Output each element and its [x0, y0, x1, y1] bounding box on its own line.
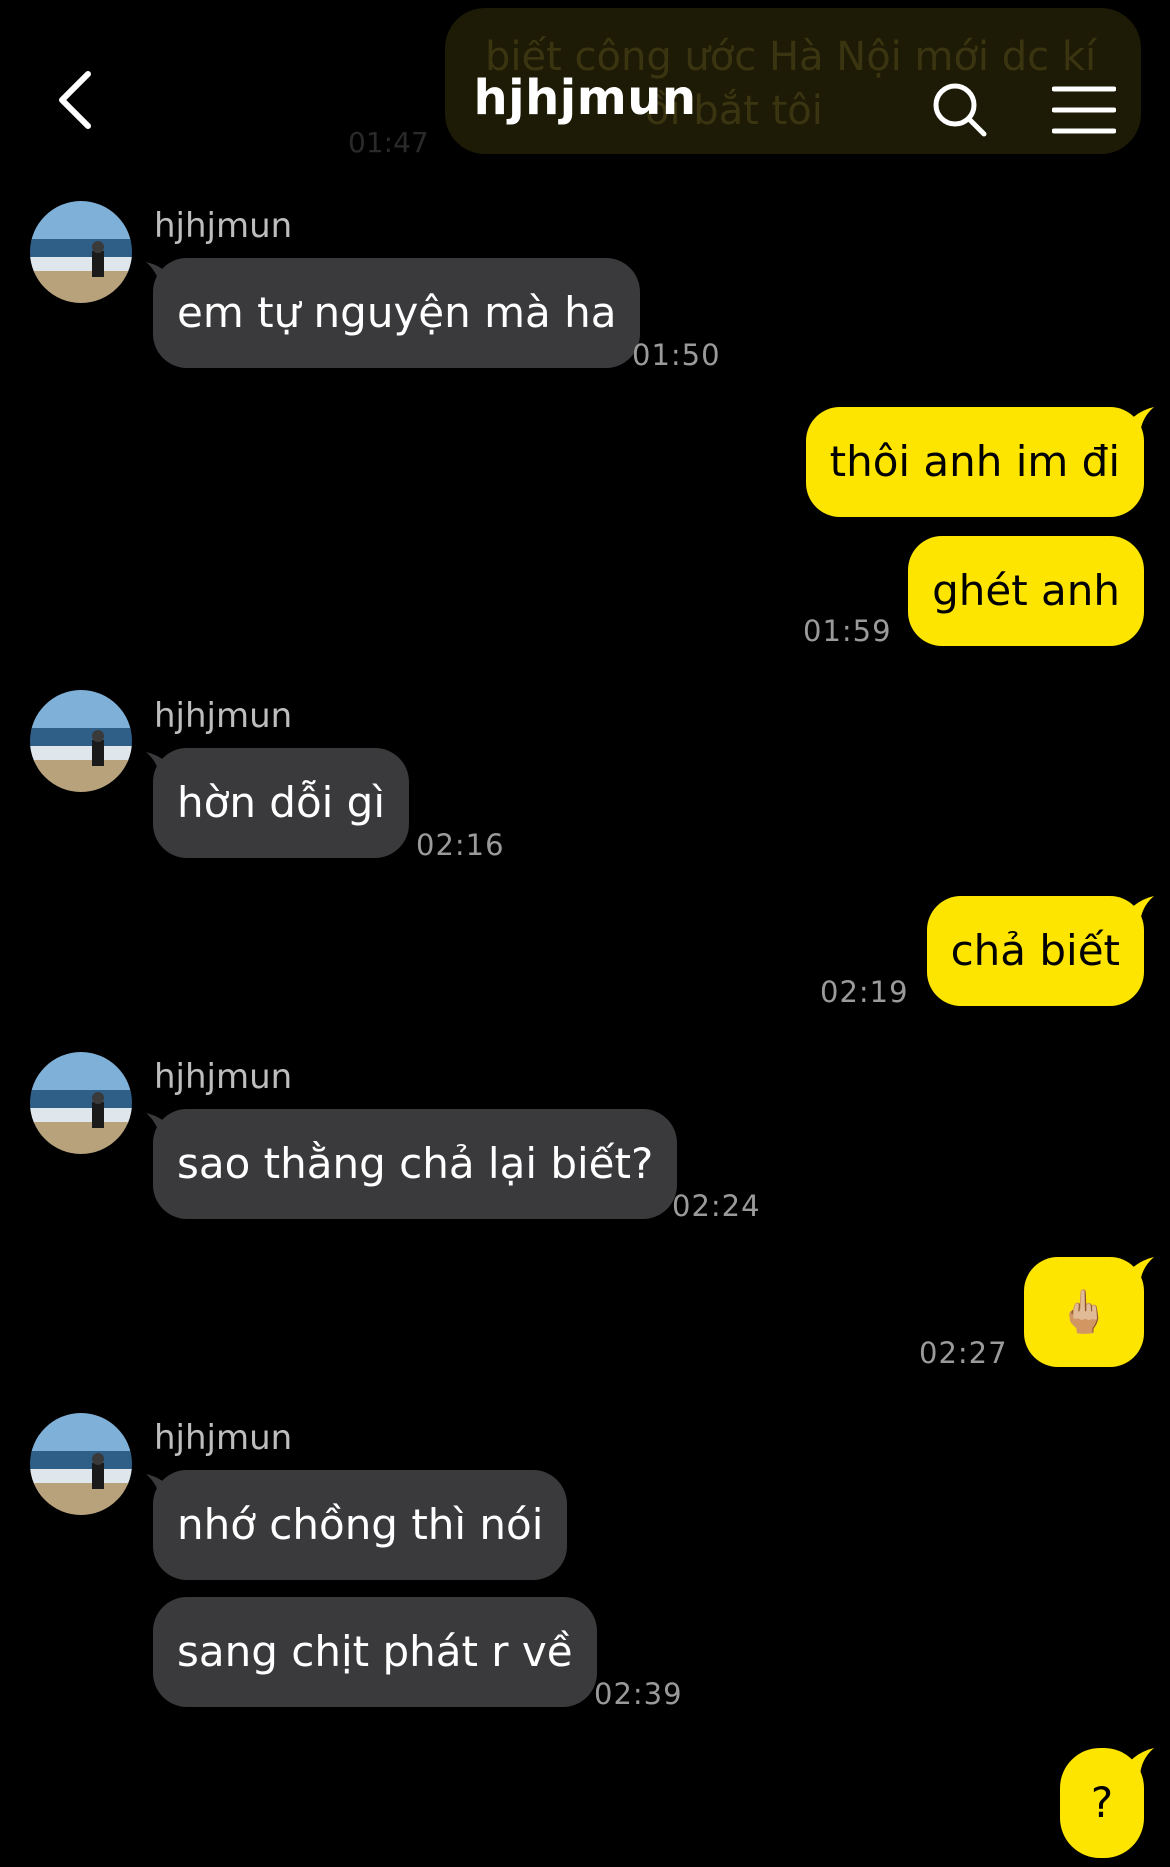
message-bubble-incoming[interactable]: sao thằng chả lại biết? — [153, 1109, 678, 1219]
sender-name: hjhjmun — [154, 1057, 293, 1097]
message-bubble-incoming[interactable]: nhớ chồng thì nói — [153, 1470, 568, 1580]
chat-screen: biết công ước Hà Nội mới dc kí ồi bắt tô… — [0, 0, 1170, 1867]
message-time: 02:19 — [820, 975, 909, 1009]
sender-name: hjhjmun — [154, 696, 293, 736]
message-time: 02:24 — [672, 1189, 761, 1223]
avatar-beach-photo — [30, 690, 132, 792]
message-bubble-outgoing[interactable]: thôi anh im đi — [805, 407, 1144, 517]
message-time: 02:39 — [594, 1677, 683, 1711]
avatar-beach-photo — [30, 1052, 132, 1154]
sender-name: hjhjmun — [154, 206, 293, 246]
sender-name: hjhjmun — [154, 1418, 293, 1458]
avatar[interactable] — [30, 690, 132, 792]
message-bubble-outgoing[interactable]: ghét anh — [908, 536, 1144, 646]
avatar-beach-photo — [30, 1413, 132, 1515]
message-time: 01:59 — [803, 614, 892, 648]
search-button[interactable] — [930, 80, 990, 140]
menu-button[interactable] — [1051, 84, 1117, 136]
bubble-tail — [1124, 896, 1154, 926]
message-bubble-incoming[interactable]: hờn dỗi gì — [153, 748, 409, 858]
avatar[interactable] — [30, 201, 132, 303]
avatar[interactable] — [30, 1052, 132, 1154]
avatar-beach-photo — [30, 201, 132, 303]
avatar[interactable] — [30, 1413, 132, 1515]
message-time: 01:50 — [632, 338, 721, 372]
message-bubble-incoming[interactable]: em tự nguyện mà ha — [153, 258, 641, 368]
message-time: 02:16 — [416, 828, 505, 862]
chat-header: hjhjmun — [0, 0, 1170, 200]
message-time: 02:27 — [919, 1336, 1008, 1370]
bubble-tail — [1124, 1257, 1154, 1287]
menu-icon — [1051, 86, 1117, 134]
message-bubble-incoming[interactable]: sang chịt phát r về — [153, 1597, 597, 1707]
bubble-tail — [1124, 1748, 1154, 1778]
message-bubble-outgoing[interactable]: chả biết — [926, 896, 1144, 1006]
bubble-tail — [1124, 407, 1154, 437]
chat-title: hjhjmun — [473, 70, 697, 126]
search-icon — [933, 83, 987, 137]
